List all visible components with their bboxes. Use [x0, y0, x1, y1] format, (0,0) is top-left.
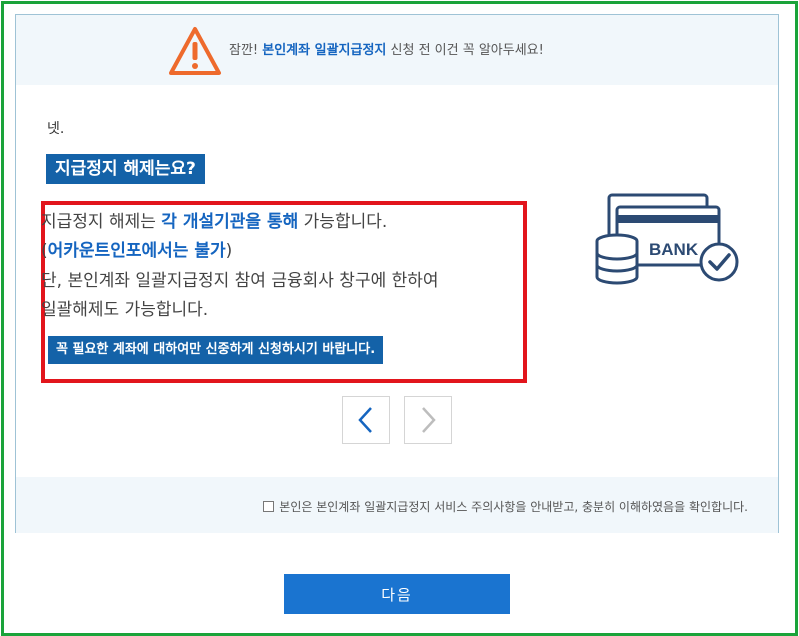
prev-page-button[interactable]	[342, 396, 390, 444]
next-button[interactable]: 다음	[284, 574, 510, 614]
desc-text: (	[41, 241, 48, 261]
chevron-right-icon	[422, 407, 436, 433]
banner-suffix: 신청 전 이건 꼭 알아두세요!	[386, 43, 544, 58]
warning-triangle-icon	[169, 27, 221, 75]
agreement-checkbox-row[interactable]: 본인은 본인계좌 일괄지급정지 서비스 주의사항을 안내받고, 충분히 이해하였…	[263, 498, 748, 515]
step-label: 넷.	[47, 121, 65, 137]
banner-message: 잠깐! 본인계좌 일괄지급정지 신청 전 이건 꼭 알아두세요!	[229, 39, 544, 58]
desc-highlight: 어카운트인포에서는 불가	[47, 241, 226, 261]
chevron-left-icon	[358, 407, 372, 433]
description-line-3: 단, 본인계좌 일괄지급정지 참여 금융회사 창구에 한하여	[41, 271, 439, 291]
banner-highlight: 본인계좌 일괄지급정지	[262, 43, 387, 58]
description-line-4: 일괄해제도 가능합니다.	[41, 300, 209, 320]
agreement-checkbox[interactable]	[263, 501, 275, 512]
bank-cards-check-icon: BANK	[595, 193, 739, 285]
desc-highlight: 각 개설기관을 통해	[161, 212, 299, 232]
agreement-label: 본인은 본인계좌 일괄지급정지 서비스 주의사항을 안내받고, 충분히 이해하였…	[279, 500, 748, 514]
next-page-button[interactable]	[404, 396, 452, 444]
caution-notice: 꼭 필요한 계좌에 대하여만 신중하게 신청하시기 바랍니다.	[48, 336, 384, 364]
desc-text: )	[225, 241, 233, 261]
bank-label: BANK	[649, 240, 699, 259]
warning-banner: 잠깐! 본인계좌 일괄지급정지 신청 전 이건 꼭 알아두세요!	[16, 15, 778, 85]
banner-prefix: 잠깐!	[229, 43, 263, 58]
agreement-bar: 본인은 본인계좌 일괄지급정지 서비스 주의사항을 안내받고, 충분히 이해하였…	[16, 477, 778, 533]
notice-panel: 잠깐! 본인계좌 일괄지급정지 신청 전 이건 꼭 알아두세요! 넷. 지급정지…	[15, 14, 779, 533]
description-line-2: (어카운트인포에서는 불가)	[41, 236, 232, 261]
description-line-1: 지급정지 해제는 각 개설기관을 통해 가능합니다.	[41, 207, 387, 232]
section-title: 지급정지 해제는요?	[46, 154, 205, 184]
desc-text: 지급정지 해제는	[41, 212, 162, 232]
desc-text: 가능합니다.	[298, 212, 388, 232]
